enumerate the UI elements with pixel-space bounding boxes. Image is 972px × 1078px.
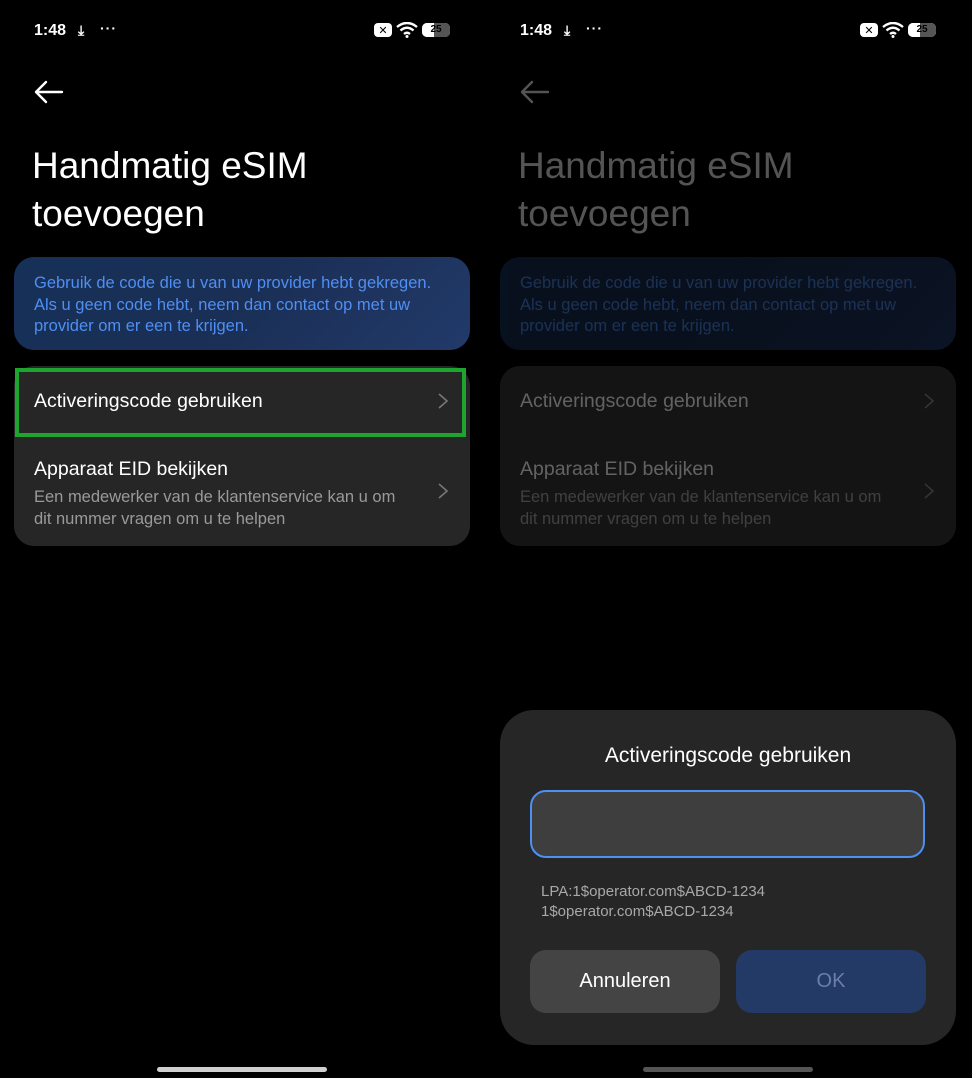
info-text: Gebruik de code die u van uw provider he… (520, 274, 918, 335)
page-title-line1: Handmatig eSIM (32, 145, 308, 186)
info-banner: Gebruik de code die u van uw provider he… (500, 257, 956, 350)
page-title-line1: Handmatig eSIM (518, 145, 794, 186)
battery-icon: 25 (422, 23, 450, 37)
battery-level: 25 (430, 24, 442, 35)
screen-right: 1:48 ⤓ ··· ✕ 25 Handmatig eSIM toevoegen… (486, 0, 972, 1078)
status-icons: ✕ 25 (374, 22, 450, 38)
battery-icon: 25 (908, 23, 936, 37)
view-device-eid-subtitle: Een medewerker van de klantenservice kan… (34, 488, 396, 528)
view-device-eid-label: Apparaat EID bekijken (520, 458, 715, 480)
activation-code-input[interactable] (530, 790, 925, 858)
back-arrow-icon[interactable] (32, 78, 64, 106)
chevron-right-icon (924, 483, 935, 499)
more-notifications-icon: ··· (586, 20, 603, 36)
chevron-right-icon (924, 393, 935, 409)
activation-code-hint: LPA:1$operator.com$ABCD-1234 1$operator.… (541, 882, 765, 922)
use-activation-code-label: Activeringscode gebruiken (34, 390, 263, 412)
cancel-button[interactable]: Annuleren (530, 950, 720, 1013)
view-device-eid-label: Apparaat EID bekijken (34, 458, 229, 480)
hint-line1: LPA:1$operator.com$ABCD-1234 (541, 883, 766, 900)
home-indicator[interactable] (643, 1067, 813, 1072)
wifi-icon (882, 22, 904, 38)
status-time: 1:48 (34, 22, 67, 39)
download-icon: ⤓ (564, 22, 571, 38)
no-sim-icon: ✕ (860, 23, 878, 37)
status-bar: 1:48 ⤓ ··· ✕ 25 (34, 20, 466, 44)
use-activation-code-item[interactable]: Activeringscode gebruiken (14, 366, 470, 436)
info-text: Gebruik de code die u van uw provider he… (34, 274, 432, 335)
info-banner: Gebruik de code die u van uw provider he… (14, 257, 470, 350)
use-activation-code-label: Activeringscode gebruiken (520, 390, 749, 412)
no-sim-icon: ✕ (374, 23, 392, 37)
back-arrow-icon (518, 78, 550, 106)
page-title: Handmatig eSIM toevoegen (32, 142, 452, 238)
view-device-eid-subtitle: Een medewerker van de klantenservice kan… (520, 488, 882, 528)
ok-button[interactable]: OK (736, 950, 926, 1013)
options-group: Activeringscode gebruiken Apparaat EID b… (500, 366, 956, 546)
dialog-title: Activeringscode gebruiken (604, 744, 852, 767)
status-bar: 1:48 ⤓ ··· ✕ 25 (520, 20, 952, 44)
view-device-eid-item[interactable]: Apparaat EID bekijken Een medewerker van… (14, 436, 470, 546)
chevron-right-icon (438, 393, 449, 409)
status-icons: ✕ 25 (860, 22, 936, 38)
page-title-line2: toevoegen (32, 193, 205, 234)
use-activation-code-item: Activeringscode gebruiken (500, 366, 956, 436)
more-notifications-icon: ··· (100, 20, 117, 36)
page-title: Handmatig eSIM toevoegen (518, 142, 938, 238)
hint-line2: 1$operator.com$ABCD-1234 (541, 903, 734, 920)
page-title-line2: toevoegen (518, 193, 691, 234)
status-time: 1:48 (520, 22, 553, 39)
battery-level: 25 (916, 24, 928, 35)
home-indicator[interactable] (157, 1067, 327, 1072)
options-group: Activeringscode gebruiken Apparaat EID b… (14, 366, 470, 546)
activation-code-dialog: Activeringscode gebruiken LPA:1$operator… (500, 710, 956, 1045)
wifi-icon (396, 22, 418, 38)
chevron-right-icon (438, 483, 449, 499)
screen-left: 1:48 ⤓ ··· ✕ 25 Handmatig eSIM toevoegen… (0, 0, 486, 1078)
view-device-eid-item: Apparaat EID bekijken Een medewerker van… (500, 436, 956, 546)
download-icon: ⤓ (78, 22, 85, 38)
